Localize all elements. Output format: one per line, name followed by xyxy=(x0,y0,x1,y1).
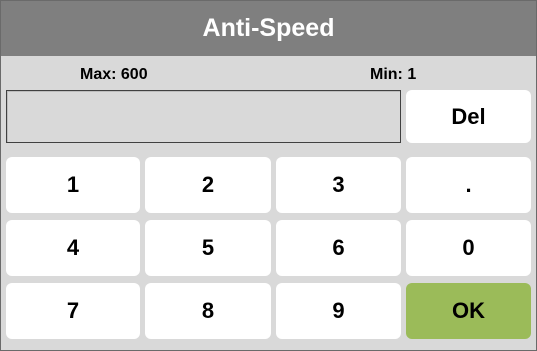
decimal-point-button[interactable]: . xyxy=(406,157,531,213)
key-8-button[interactable]: 8 xyxy=(145,283,271,339)
max-value-label: Max: 600 xyxy=(80,66,148,83)
key-6-button[interactable]: 6 xyxy=(276,220,401,276)
key-4-button[interactable]: 4 xyxy=(6,220,140,276)
numeric-keypad-dialog: Anti-Speed Max: 600 Min: 1 Del 1 2 3 . 4… xyxy=(0,0,537,351)
ok-button[interactable]: OK xyxy=(406,283,531,339)
value-entry-field[interactable] xyxy=(6,90,401,143)
dialog-title: Anti-Speed xyxy=(1,1,536,56)
key-1-button[interactable]: 1 xyxy=(6,157,140,213)
key-7-button[interactable]: 7 xyxy=(6,283,140,339)
delete-button[interactable]: Del xyxy=(406,90,531,143)
key-3-button[interactable]: 3 xyxy=(276,157,401,213)
key-5-button[interactable]: 5 xyxy=(145,220,271,276)
key-9-button[interactable]: 9 xyxy=(276,283,401,339)
key-0-button[interactable]: 0 xyxy=(406,220,531,276)
key-2-button[interactable]: 2 xyxy=(145,157,271,213)
min-value-label: Min: 1 xyxy=(370,66,417,83)
